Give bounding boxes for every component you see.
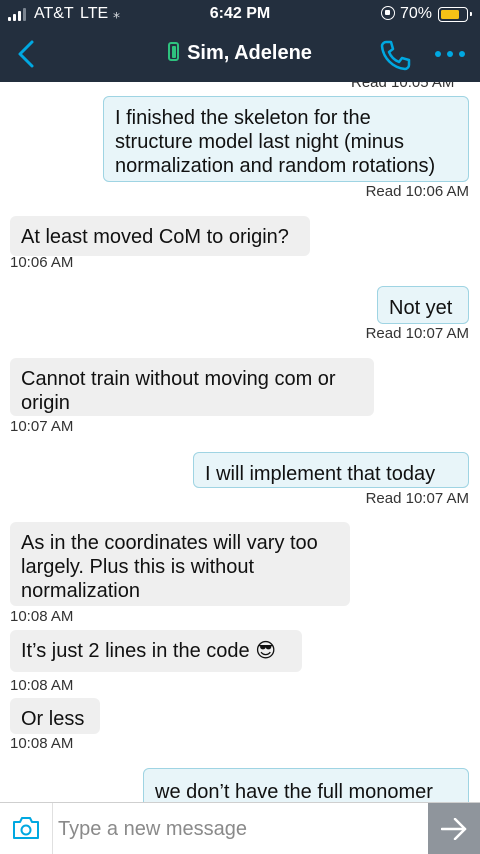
incoming-message-bubble[interactable]: As in the coordinates will vary too large… — [10, 522, 350, 606]
message-text-line: origin — [21, 392, 70, 414]
top-bar: AT&T LTE ⁎ 6:42 PM 70% Sim, Adelene — [0, 0, 480, 82]
outgoing-message-bubble[interactable]: I will implement that today — [193, 452, 469, 488]
message-timestamp: 10:06 AM — [10, 254, 74, 271]
incoming-message-bubble[interactable]: Cannot train without moving com or origin — [10, 358, 374, 416]
message-timestamp: 10:08 AM — [10, 735, 74, 752]
send-button[interactable] — [428, 803, 480, 854]
phone-icon — [380, 40, 411, 71]
message-text-line: I finished the skeleton for the — [115, 107, 371, 129]
arrow-right-icon — [441, 818, 467, 840]
message-text-line: normalization and random rotations) — [115, 155, 436, 177]
message-text-line: largely. Plus this is without — [21, 556, 255, 578]
camera-button[interactable] — [12, 816, 40, 840]
message-text-line: we don’t have the full monomer — [155, 781, 433, 802]
outgoing-message-bubble[interactable]: I finished the skeleton for the structure… — [103, 96, 469, 182]
message-text-line: Cannot train without moving com or — [21, 368, 336, 390]
conversation-header: Sim, Adelene — [0, 28, 480, 82]
message-timestamp: 10:08 AM — [10, 677, 74, 694]
battery-percent: 70% — [400, 5, 433, 22]
message-composer — [0, 802, 480, 854]
message-timestamp: 10:07 AM — [10, 418, 74, 435]
outgoing-message-bubble[interactable]: we don’t have the full monomer — [143, 768, 469, 802]
contact-name: Sim, Adelene — [187, 42, 312, 64]
message-read-receipt: Read 10:05 AM — [351, 82, 455, 91]
battery-icon — [438, 7, 472, 22]
message-text-line: Or less — [21, 708, 85, 730]
message-text-line: As in the coordinates will vary too — [21, 532, 318, 554]
message-list[interactable]: Read 10:05 AM I finished the skeleton for… — [0, 82, 480, 802]
message-timestamp: 10:08 AM — [10, 608, 74, 625]
incoming-message-bubble[interactable]: It’s just 2 lines in the code 😎 — [10, 630, 302, 672]
call-button[interactable] — [378, 38, 412, 72]
message-text-line: Not yet — [389, 297, 453, 319]
message-text-line: structure model last night (minus — [115, 131, 405, 153]
message-text-line: I will implement that today — [205, 463, 436, 485]
camera-icon — [13, 817, 39, 839]
message-text-line: normalization — [21, 580, 140, 602]
incoming-message-bubble[interactable]: Or less — [10, 698, 100, 734]
message-text-line: It’s just 2 lines in the code 😎 — [21, 640, 277, 662]
incoming-message-bubble[interactable]: At least moved CoM to origin? — [10, 216, 310, 256]
message-text-line: At least moved CoM to origin? — [21, 226, 289, 248]
message-input[interactable] — [52, 803, 428, 854]
message-read-receipt: Read 10:07 AM — [365, 325, 469, 342]
more-options-button[interactable] — [432, 42, 468, 66]
status-bar: AT&T LTE ⁎ 6:42 PM 70% — [0, 0, 480, 28]
more-dots-icon — [435, 51, 441, 57]
outgoing-message-bubble[interactable]: Not yet — [377, 286, 469, 324]
message-read-receipt: Read 10:07 AM — [365, 490, 469, 507]
mobile-device-icon — [168, 42, 180, 61]
message-read-receipt: Read 10:06 AM — [365, 183, 469, 200]
orientation-lock-icon — [381, 6, 395, 20]
